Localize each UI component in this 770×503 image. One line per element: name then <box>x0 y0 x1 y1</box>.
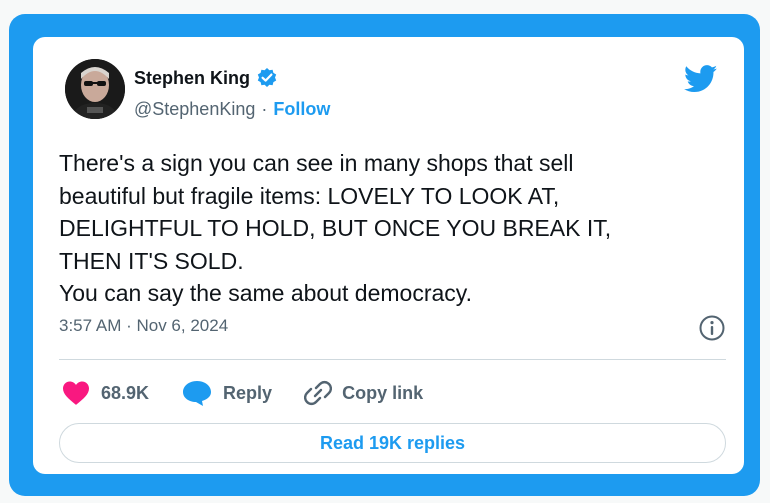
tweet-timestamp[interactable]: 3:57 AM · Nov 6, 2024 <box>59 316 228 336</box>
link-icon <box>304 379 333 407</box>
info-icon[interactable] <box>698 314 726 342</box>
tweet-card: Stephen King @StephenKing · Follow There… <box>33 37 744 474</box>
reply-label: Reply <box>223 382 273 403</box>
tweet-line: THEN IT'S SOLD. <box>59 247 244 274</box>
author-name-row: Stephen King <box>134 67 278 89</box>
copy-link-button[interactable]: Copy link <box>304 379 423 407</box>
author-handle[interactable]: @StephenKing <box>134 99 255 120</box>
tweet-line: DELIGHTFUL TO HOLD, BUT ONCE YOU BREAK I… <box>59 215 612 241</box>
avatar[interactable] <box>65 59 125 119</box>
embed-frame: Stephen King @StephenKing · Follow There… <box>9 14 760 496</box>
verified-badge-icon <box>256 67 278 89</box>
separator-dot: · <box>261 99 268 119</box>
handle-row: @StephenKing · Follow <box>134 99 330 120</box>
tweet-line: beautiful but fragile items: LOVELY TO L… <box>59 182 560 209</box>
reply-button[interactable]: Reply <box>181 379 272 407</box>
copy-link-label: Copy link <box>342 382 424 403</box>
action-bar: 68.9K Reply Copy link <box>61 379 455 407</box>
tweet-text: There's a sign you can see in many shops… <box>59 147 729 310</box>
like-button[interactable]: 68.9K <box>61 380 149 406</box>
speech-bubble-icon <box>181 379 213 407</box>
twitter-bird-icon[interactable] <box>683 65 718 93</box>
read-replies-button[interactable]: Read 19K replies <box>59 423 726 463</box>
follow-button[interactable]: Follow <box>273 99 330 120</box>
tweet-line: There's a sign you can see in many shops… <box>59 150 574 176</box>
divider <box>59 359 726 360</box>
author-name[interactable]: Stephen King <box>134 68 250 89</box>
tweet-line: You can say the same about democracy. <box>59 280 472 306</box>
heart-icon <box>61 380 91 406</box>
like-count: 68.9K <box>101 382 150 403</box>
